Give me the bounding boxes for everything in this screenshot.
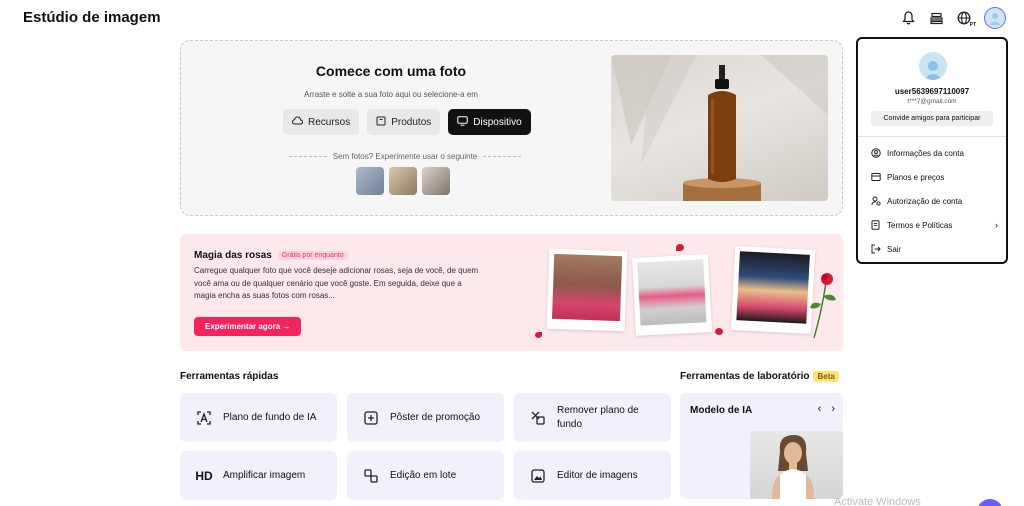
sample-image-earbuds[interactable] xyxy=(356,167,384,195)
tool-label: Edição em lote xyxy=(390,469,457,481)
petal-decoration xyxy=(676,244,684,251)
menu-item-label: Planos e preços xyxy=(887,172,945,182)
logout-icon xyxy=(870,244,881,255)
menu-item-account-info[interactable]: Informações da conta xyxy=(870,145,998,161)
try-samples-divider: Sem fotos? Experimente usar o seguinte xyxy=(289,152,521,161)
menu-item-plans[interactable]: Planos e preços xyxy=(870,169,998,185)
menu-item-label: Autorização de conta xyxy=(887,196,963,206)
promo-badge: Grátis por enquanto xyxy=(277,251,348,260)
roses-promo-banner: Magia das rosas Grátis por enquanto Carr… xyxy=(180,234,843,351)
tool-image-editor[interactable]: Editor de imagens xyxy=(514,451,671,500)
sample-image-tray[interactable] xyxy=(389,167,417,195)
petal-decoration xyxy=(715,328,723,335)
tool-label: Plano de fundo de IA xyxy=(223,411,317,423)
batch-edit-icon xyxy=(362,467,380,485)
menu-item-label: Termos e Políticas xyxy=(887,220,953,230)
hd-icon: HD xyxy=(195,468,213,483)
device-button-label: Dispositivo xyxy=(473,116,522,128)
tool-label: Pôster de promoção xyxy=(390,411,481,423)
tool-label: Amplificar imagem xyxy=(223,469,306,481)
account-avatar-icon xyxy=(919,52,947,80)
promo-photo-3 xyxy=(730,245,816,335)
top-toolbar: PT xyxy=(900,7,1006,29)
rose-decoration xyxy=(810,273,836,339)
lab-card-title: Modelo de IA xyxy=(690,405,753,416)
promo-description: Carregue qualquer foto que você deseje a… xyxy=(194,266,479,300)
sample-image-cup[interactable] xyxy=(422,167,450,195)
tool-label: Editor de imagens xyxy=(557,469,638,481)
products-button-label: Produtos xyxy=(391,116,432,128)
chevron-right-icon: › xyxy=(995,220,998,230)
monitor-icon xyxy=(457,115,468,129)
device-button[interactable]: Dispositivo xyxy=(448,109,531,135)
menu-item-logout[interactable]: Sair xyxy=(870,241,998,257)
tool-label: Remover plano de fundo xyxy=(557,404,639,430)
remove-background-icon xyxy=(529,409,547,427)
upload-source-buttons: Recursos Produtos Dispositivo xyxy=(283,109,531,135)
menu-divider xyxy=(858,136,1006,137)
products-button[interactable]: Produtos xyxy=(367,109,441,135)
ai-model-preview-image xyxy=(750,431,843,499)
authorization-icon xyxy=(870,196,881,207)
lab-ai-model-card[interactable]: Modelo de IA ‹ › xyxy=(680,393,843,499)
account-email: t***7@gmail.com xyxy=(907,98,957,105)
menu-item-label: Informações da conta xyxy=(887,148,964,158)
hero-product-image xyxy=(611,55,828,201)
petal-decoration xyxy=(535,332,542,338)
chevron-left-icon[interactable]: ‹ xyxy=(818,403,822,415)
upload-title: Comece com uma foto xyxy=(315,63,467,79)
quick-tools-title: Ferramentas rápidas xyxy=(180,371,279,382)
promo-title-row: Magia das rosas Grátis por enquanto xyxy=(194,250,348,261)
plans-icon xyxy=(870,172,881,183)
try-samples-text: Sem fotos? Experimente usar o seguinte xyxy=(332,152,478,161)
try-now-button[interactable]: Experimentar agora → xyxy=(194,317,302,336)
bell-icon[interactable] xyxy=(900,10,916,26)
layers-icon[interactable] xyxy=(928,10,944,26)
chat-assistant-button[interactable] xyxy=(977,499,1003,506)
menu-item-terms[interactable]: Termos e Políticas › xyxy=(870,217,998,233)
tool-batch-edit[interactable]: Edição em lote xyxy=(347,451,504,500)
tool-promo-poster[interactable]: Pôster de promoção xyxy=(347,393,504,442)
promo-photo-1 xyxy=(546,248,628,332)
tool-ai-background[interactable]: Plano de fundo de IA xyxy=(180,393,337,442)
box-icon xyxy=(376,116,386,129)
globe-language-icon[interactable]: PT xyxy=(956,10,977,28)
promo-photo-2 xyxy=(632,254,712,336)
resources-button-label: Recursos xyxy=(308,116,351,128)
app-title: Estúdio de imagem xyxy=(23,9,161,26)
windows-activation-watermark: Activate Windows xyxy=(834,496,921,506)
menu-item-label: Sair xyxy=(887,244,902,254)
account-dropdown-menu: user5639697110097 t***7@gmail.com Convid… xyxy=(856,37,1008,264)
ai-background-icon xyxy=(195,409,213,427)
resources-button[interactable]: Recursos xyxy=(283,109,360,135)
image-editor-icon xyxy=(529,467,547,485)
cloud-icon xyxy=(291,116,304,128)
upload-dropzone[interactable]: Comece com uma foto Arraste e solte a su… xyxy=(180,40,843,216)
menu-item-authorization[interactable]: Autorização de conta xyxy=(870,193,998,209)
lab-card-nav: ‹ › xyxy=(818,403,835,415)
chevron-right-icon[interactable]: › xyxy=(831,403,835,415)
invite-friends-button[interactable]: Convide amigos para participar xyxy=(871,111,993,126)
upload-subtitle: Arraste e solte a sua foto aqui ou selec… xyxy=(304,90,478,99)
beta-badge: Beta xyxy=(813,371,839,382)
language-badge: PT xyxy=(968,22,977,28)
account-info-icon xyxy=(870,148,881,159)
terms-icon xyxy=(870,220,881,231)
tool-upscale-image[interactable]: HD Amplificar imagem xyxy=(180,451,337,500)
lab-tools-title-row: Ferramentas de laboratório Beta xyxy=(680,371,839,382)
poster-icon xyxy=(362,409,380,427)
account-username: user5639697110097 xyxy=(894,87,970,96)
tool-remove-background[interactable]: Remover plano de fundo xyxy=(514,393,671,442)
lab-tools-title: Ferramentas de laboratório xyxy=(680,371,810,382)
sample-images xyxy=(356,167,450,195)
promo-title: Magia das rosas xyxy=(194,250,272,261)
user-avatar-icon[interactable] xyxy=(984,7,1006,29)
